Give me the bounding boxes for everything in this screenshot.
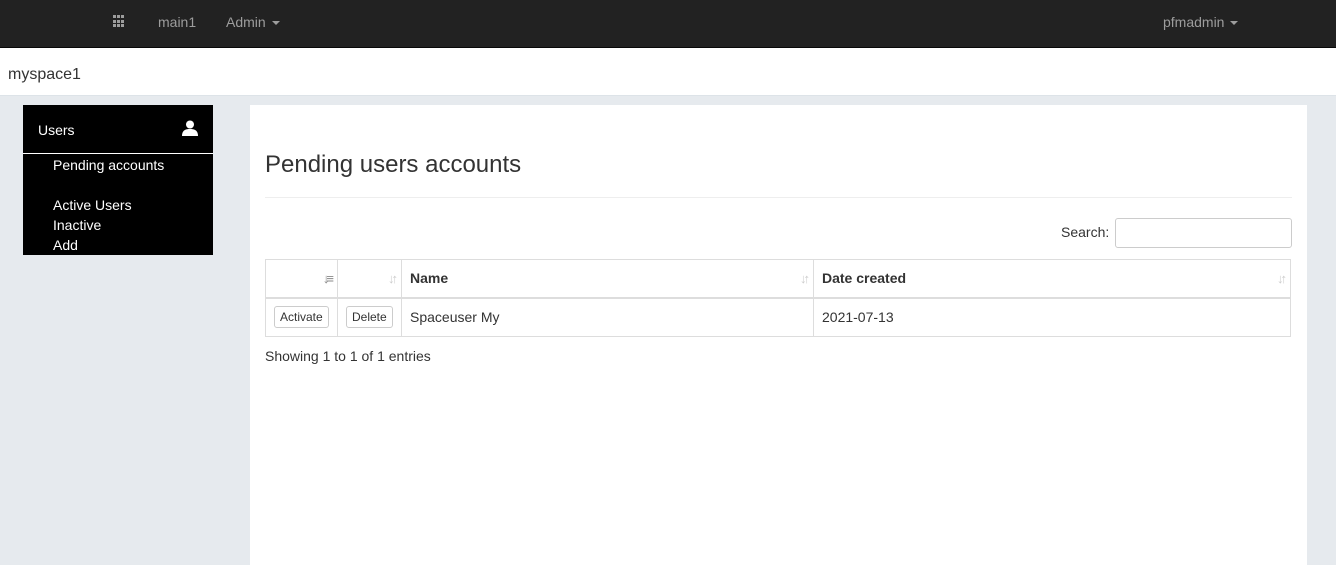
top-navbar: main1 Admin pfmadmin [0,0,1336,48]
delete-button[interactable]: Delete [346,306,393,329]
table-row: Activate Delete Spaceuser My 2021-07-13 [265,297,1291,337]
search-label: Search: [1061,224,1110,240]
pending-users-table: ↓≡ ↓↑ Name ↓↑ Date created ↓↑ Activate D… [265,259,1291,337]
title-divider [265,197,1292,198]
user-icon [182,120,198,136]
space-name[interactable]: myspace1 [8,66,81,84]
sidebar-link-pending-accounts[interactable]: Pending accounts [53,157,164,173]
sidebar-link-add[interactable]: Add [53,237,78,253]
sort-ascending-icon: ↓≡ [322,271,334,286]
cell-date-created: 2021-07-13 [813,297,1291,337]
column-label: Name [410,270,449,287]
nav-item-admin[interactable]: Admin [226,0,280,47]
activate-button[interactable]: Activate [274,306,329,329]
column-label: Date created [822,270,907,287]
search-input[interactable] [1115,218,1292,248]
apps-grid-icon[interactable] [113,15,126,28]
sidebar-section-users[interactable]: Users [23,105,213,154]
sort-icon: ↓↑ [800,271,810,286]
cell-activate: Activate [265,297,338,337]
sort-icon: ↓↑ [388,271,398,286]
space-header: myspace1 [0,48,1336,96]
cell-delete: Delete [337,297,402,337]
column-header-activate[interactable]: ↓≡ [265,259,338,299]
sidebar-section-title: Users [38,122,75,138]
cell-name: Spaceuser My [401,297,814,337]
caret-down-icon [271,21,280,26]
main-panel: Pending users accounts Search: ↓≡ ↓↑ Nam… [250,105,1307,565]
caret-down-icon [1230,21,1239,26]
table-info: Showing 1 to 1 of 1 entries [265,348,431,364]
sidebar-link-active-users[interactable]: Active Users [53,197,132,213]
nav-item-admin-label: Admin [226,14,266,30]
table-header-row: ↓≡ ↓↑ Name ↓↑ Date created ↓↑ [265,259,1291,299]
column-header-name[interactable]: Name ↓↑ [401,259,814,299]
column-header-date-created[interactable]: Date created ↓↑ [813,259,1291,299]
sort-icon: ↓↑ [1277,271,1287,286]
sidebar: Users Pending accounts Active Users Inac… [23,105,213,255]
column-header-delete[interactable]: ↓↑ [337,259,402,299]
nav-item-main1[interactable]: main1 [158,0,196,47]
page-title: Pending users accounts [265,151,522,178]
sidebar-link-inactive[interactable]: Inactive [53,217,101,233]
user-menu[interactable]: pfmadmin [1163,0,1239,47]
user-menu-label: pfmadmin [1163,14,1225,30]
